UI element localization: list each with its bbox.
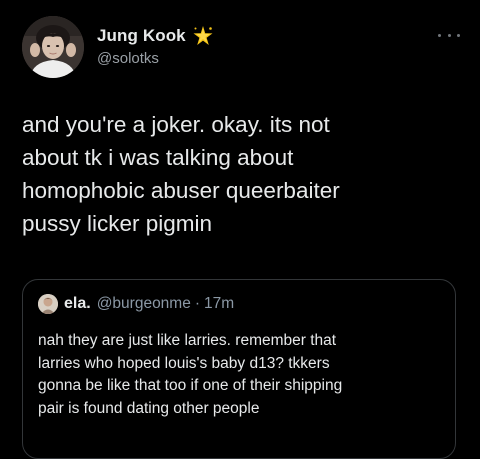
avatar-photo-icon [22,16,84,78]
quoted-author-avatar[interactable] [38,294,58,314]
quoted-timestamp[interactable]: 17m [204,295,234,313]
more-dot [457,33,460,37]
sparkle-star-emoji-icon [192,25,214,47]
quoted-text-line: pair is found dating other people [38,399,260,417]
quoted-text-line: gonna be like that too if one of their s… [38,377,343,394]
quoted-text-line: larries who hoped louis's baby d13? tkke… [38,354,330,372]
quoted-tweet-text: nah they are just like larries. remember… [38,330,448,420]
tweet-text-line: homophobic abuser queerbaiter [22,178,340,203]
more-dot [438,33,441,37]
quoted-text-line: nah they are just like larries. remember… [38,332,337,349]
author-handle[interactable]: @solotks [97,50,159,67]
quoted-tweet-card[interactable]: ela. @burgeonme · 17m nah they are just … [22,279,456,459]
tweet-text: and you're a joker. okay. its not about … [22,108,462,240]
tweet: Jung Kook @solotks and you're a joker. o… [0,0,480,459]
author-avatar[interactable] [22,16,84,78]
author-display-name[interactable]: Jung Kook [97,26,186,46]
quoted-author-display-name[interactable]: ela. [64,295,91,313]
tweet-text-line: and you're a joker. okay. its not [22,112,330,137]
quoted-tweet-header: ela. @burgeonme · 17m [38,292,234,316]
quoted-author-handle[interactable]: @burgeonme [97,295,191,313]
tweet-text-line: about tk i was talking about [22,145,294,170]
more-horizontal-icon[interactable] [438,30,460,40]
more-dot [447,33,451,37]
quoted-separator: · [194,295,201,312]
quoted-avatar-photo-icon [38,294,58,314]
tweet-text-line: pussy licker pigmin [22,211,213,236]
author-name-row: Jung Kook [97,24,214,48]
